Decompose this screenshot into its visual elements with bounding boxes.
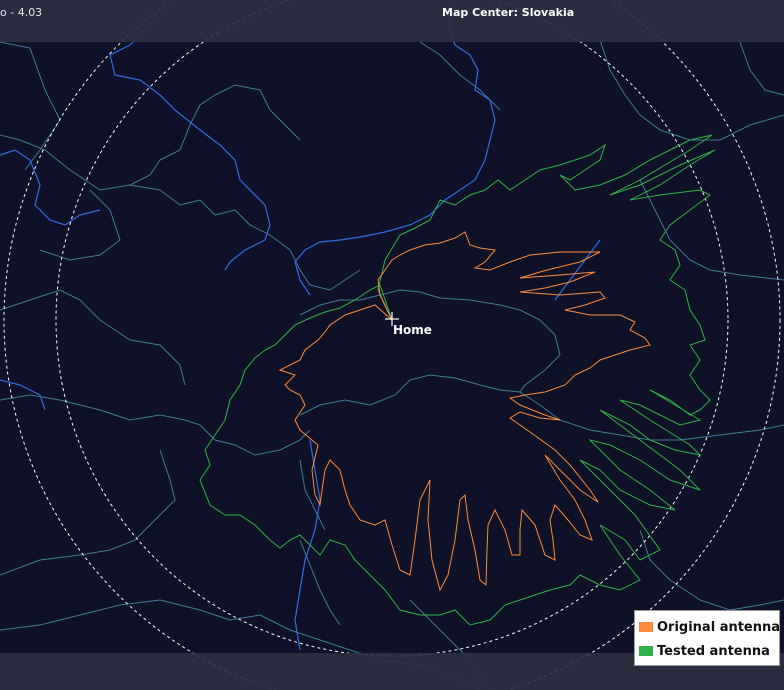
- legend-item-tested: Tested antenna: [639, 639, 775, 663]
- map-canvas[interactable]: [0, 0, 784, 690]
- legend-swatch-original: [639, 622, 653, 632]
- top-status-bar: o - 4.03 Map Center: Slovakia: [0, 0, 784, 42]
- legend-label-tested: Tested antenna: [657, 643, 770, 659]
- legend-item-original: Original antenna: [639, 615, 780, 639]
- home-label: Home: [393, 323, 432, 337]
- version-text: o - 4.03: [0, 6, 43, 19]
- legend-swatch-tested: [639, 646, 653, 656]
- legend: Original antenna Tested antenna: [634, 610, 780, 666]
- legend-label-original: Original antenna: [657, 619, 781, 635]
- map-center-label: Map Center: Slovakia: [442, 6, 575, 19]
